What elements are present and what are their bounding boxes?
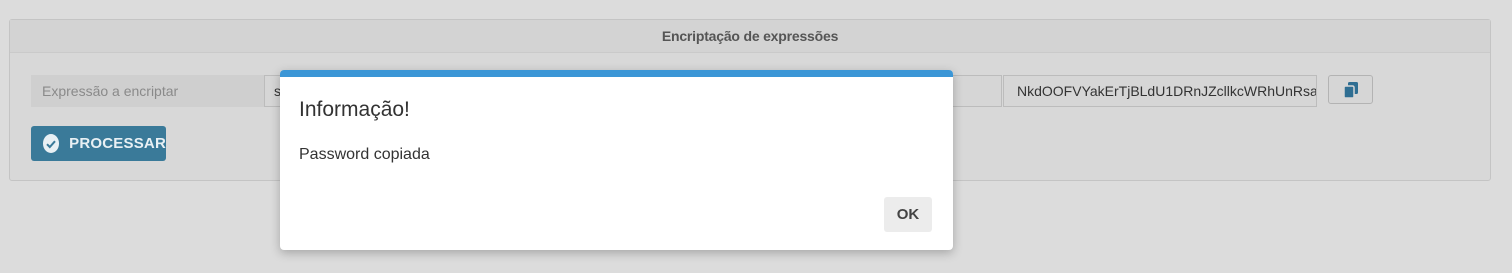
check-circle-icon: [43, 134, 60, 153]
dialog-title: Informação!: [299, 98, 410, 121]
info-dialog: Informação! Password copiada OK: [280, 70, 953, 250]
dialog-message: Password copiada: [299, 146, 430, 163]
copy-icon: [1342, 81, 1358, 99]
encrypted-output-field[interactable]: NkdOOFVYakErTjBLdU1DRnJZcllkcWRhUnRsa0: [1003, 75, 1317, 107]
expression-input[interactable]: Expressão a encriptar: [31, 75, 264, 107]
ok-button[interactable]: OK: [884, 197, 932, 232]
process-button[interactable]: PROCESSAR: [31, 126, 166, 161]
page: Encriptação de expressões Expressão a en…: [0, 0, 1512, 273]
dialog-accent-bar: [280, 70, 953, 77]
process-button-label: PROCESSAR: [69, 135, 166, 152]
panel-title: Encriptação de expressões: [10, 20, 1490, 53]
middle-field[interactable]: [950, 75, 1002, 107]
copy-button[interactable]: [1328, 75, 1373, 104]
